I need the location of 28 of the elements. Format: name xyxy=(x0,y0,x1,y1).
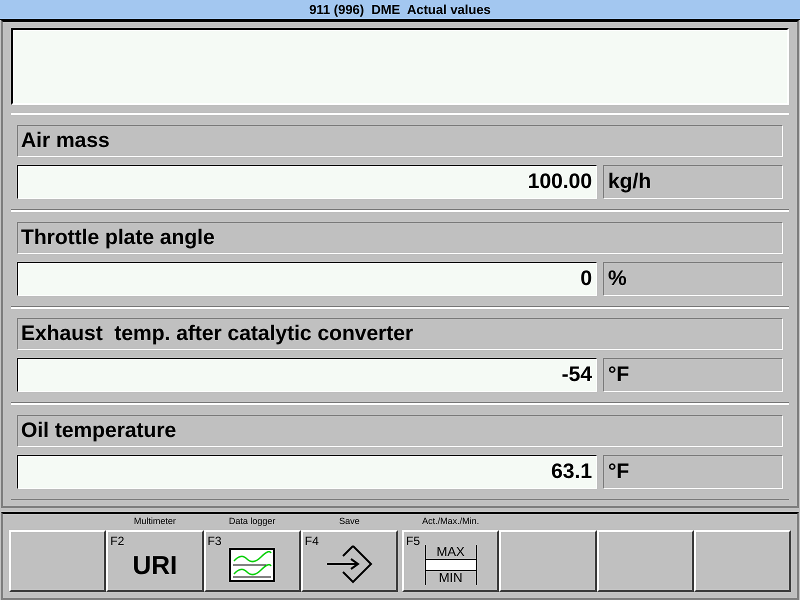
window-title: 911 (996) DME Actual values xyxy=(0,0,800,20)
key-caption: Act./Max./Min. xyxy=(421,516,480,528)
function-key[interactable] xyxy=(499,530,596,592)
key-caption: Save xyxy=(338,516,361,528)
unit-label: % xyxy=(603,262,783,296)
key-caption: Data logger xyxy=(228,516,276,528)
function-key[interactable]: F5 MAX MIN xyxy=(402,530,500,592)
function-key[interactable]: F3 xyxy=(204,530,301,592)
value-name: Air mass xyxy=(17,124,783,157)
value-field: 100.00 xyxy=(17,164,597,199)
value-field: 63.1 xyxy=(17,455,597,490)
key-text: URI xyxy=(132,550,178,580)
chart-icon xyxy=(229,548,276,582)
arrow-into-diamond-icon xyxy=(325,544,374,584)
key-caption: Multimeter xyxy=(132,516,177,528)
function-key[interactable] xyxy=(9,530,106,592)
value-field: 0 xyxy=(17,262,597,296)
function-key[interactable]: F4 xyxy=(300,530,398,592)
value-name: Exhaust temp. after catalytic converter xyxy=(17,318,783,350)
value-field: -54 xyxy=(17,358,597,392)
value-name: Throttle plate angle xyxy=(17,222,783,254)
unit-label: kg/h xyxy=(603,164,783,199)
function-key[interactable] xyxy=(596,530,694,592)
unit-label: °F xyxy=(603,358,783,392)
function-key[interactable] xyxy=(694,530,791,592)
function-key[interactable]: F2 URI xyxy=(106,530,204,592)
value-name: Oil temperature xyxy=(17,415,783,448)
unit-label: °F xyxy=(603,455,783,490)
